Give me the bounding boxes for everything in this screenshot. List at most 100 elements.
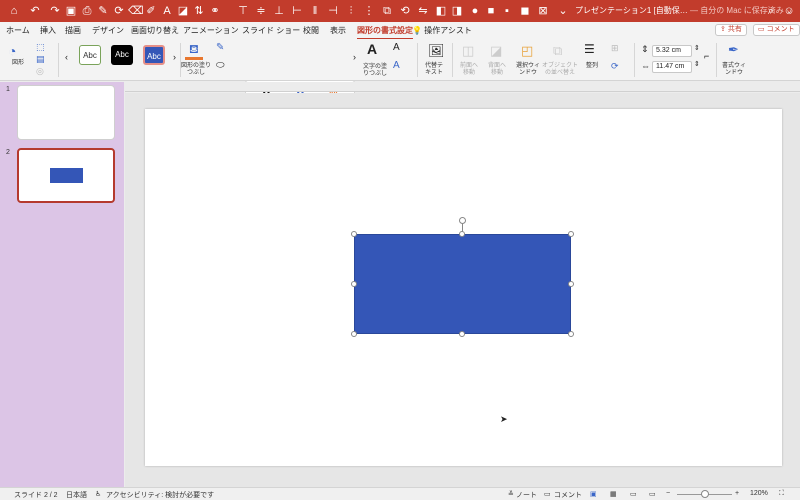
reading-view-icon[interactable]: ▭ <box>630 490 637 498</box>
selection-pane-icon[interactable]: ◰ <box>521 43 533 59</box>
slideshow-view-icon[interactable]: ▭ <box>649 490 656 498</box>
normal-view-icon[interactable]: ▣ <box>590 490 597 498</box>
stop-icon[interactable]: ◼ <box>518 4 532 18</box>
circle-shape-icon[interactable]: ● <box>468 4 482 18</box>
align-middle-icon[interactable]: ≑ <box>254 4 268 18</box>
send-backward-icon[interactable]: ◪ <box>490 43 502 59</box>
tab-home[interactable]: ホーム <box>6 25 30 36</box>
bring-forward-icon[interactable]: ◫ <box>462 43 474 59</box>
text-fill-icon[interactable]: A <box>367 41 377 57</box>
merge-shapes-icon[interactable]: ◎ <box>36 66 44 77</box>
rotate-objects-icon[interactable]: ⟳ <box>611 61 619 72</box>
tab-review[interactable]: 校閲 <box>303 25 319 36</box>
align-icon[interactable]: ☰ <box>584 42 595 56</box>
notes-button[interactable]: ノート <box>516 490 537 500</box>
rounded-square-icon[interactable]: ▪ <box>500 4 514 18</box>
accessibility-status[interactable]: アクセシビリティ: 検討が必要です <box>106 490 214 500</box>
zoom-out-icon[interactable]: − <box>666 490 670 497</box>
shape-style-black[interactable]: Abc <box>111 45 133 65</box>
slide-thumbnail-2[interactable] <box>17 148 115 203</box>
tab-animations[interactable]: アニメーション <box>183 25 239 36</box>
link-icon[interactable]: ⚭ <box>208 4 222 18</box>
alt-text-icon[interactable]: 🖼 <box>428 43 445 59</box>
format-painter-icon[interactable]: ✎ <box>96 4 110 18</box>
text-box-icon[interactable]: ⊠ <box>536 4 550 18</box>
text-effects-icon[interactable]: A <box>393 60 400 71</box>
zoom-in-icon[interactable]: + <box>735 490 739 497</box>
selected-rectangle-shape[interactable] <box>354 234 571 334</box>
resize-handle[interactable] <box>351 231 357 237</box>
search-icon[interactable]: ⌕ <box>764 4 778 18</box>
group-objects-icon[interactable]: ⊞ <box>611 43 619 54</box>
zoom-slider-thumb[interactable] <box>701 490 709 498</box>
flip-icon[interactable]: ⇋ <box>416 4 430 18</box>
tab-view[interactable]: 表示 <box>330 25 346 36</box>
eraser-icon[interactable]: ⌫ <box>128 4 144 18</box>
shape-effects-icon[interactable]: ⬭ <box>216 60 225 71</box>
shapes-icon[interactable]: ◔ <box>8 43 16 59</box>
paint-bucket-icon[interactable]: ⛾ <box>189 42 199 58</box>
resize-handle[interactable] <box>568 281 574 287</box>
highlight-icon[interactable]: ◪ <box>176 4 190 18</box>
width-stepper-icon[interactable]: ⇕ <box>694 60 700 68</box>
tab-insert[interactable]: 挿入 <box>40 25 56 36</box>
text-box-insert-icon[interactable]: ▤ <box>36 54 45 65</box>
undo-icon[interactable]: ↶ <box>28 4 42 18</box>
resize-handle[interactable] <box>459 331 465 337</box>
align-center-icon[interactable]: ‖ <box>308 4 322 18</box>
tab-shape-format[interactable]: 図形の書式設定 <box>357 25 413 40</box>
align-right-icon[interactable]: ⊣ <box>326 4 340 18</box>
edit-shape-icon[interactable]: ⬚ <box>36 42 45 53</box>
text-direction-icon[interactable]: ⇅ <box>192 4 206 18</box>
resize-handle[interactable] <box>351 281 357 287</box>
tab-slideshow[interactable]: スライド ショー <box>242 25 300 36</box>
distribute-h-icon[interactable]: ⫶ <box>344 4 358 18</box>
share-button[interactable]: ⇪ 共有 <box>715 24 747 36</box>
line-color-icon[interactable]: ✎ <box>216 42 224 53</box>
style-scroll-left-icon[interactable]: ‹ <box>65 52 68 62</box>
shape-height-input[interactable]: 5.32 cm <box>652 45 692 57</box>
align-left-icon[interactable]: ⊢ <box>290 4 304 18</box>
lock-aspect-icon[interactable]: ⌐ <box>704 51 709 61</box>
font-color-icon[interactable]: A <box>160 4 174 18</box>
bring-front-icon[interactable]: ◧ <box>434 4 448 18</box>
redo-icon[interactable]: ↷ <box>48 4 62 18</box>
style-scroll-right-icon[interactable]: › <box>173 52 176 62</box>
reorder-objects-icon[interactable]: ⧉ <box>553 43 562 59</box>
align-top-icon[interactable]: ⊤ <box>236 4 250 18</box>
customize-toolbar-icon[interactable]: ⌄ <box>556 4 570 18</box>
shape-width-input[interactable]: 11.47 cm <box>652 61 692 73</box>
distribute-v-icon[interactable]: ⋮ <box>362 4 376 18</box>
text-outline-icon[interactable]: A <box>393 42 400 53</box>
format-pane-icon[interactable]: ✒ <box>728 42 739 58</box>
comment-button[interactable]: ▭ コメント <box>753 24 800 36</box>
tab-transitions[interactable]: 画面切り替え <box>131 25 179 36</box>
language-indicator[interactable]: 日本語 <box>66 490 87 500</box>
group-icon[interactable]: ⧉ <box>380 4 394 18</box>
tab-tell-me[interactable]: 💡 操作アシスト <box>412 25 472 36</box>
resize-handle[interactable] <box>568 331 574 337</box>
square-shape-icon[interactable]: ■ <box>484 4 498 18</box>
rotation-handle-icon[interactable] <box>459 217 466 224</box>
account-icon[interactable]: ☺ <box>782 4 796 18</box>
tab-draw[interactable]: 描画 <box>65 25 81 36</box>
height-stepper-icon[interactable]: ⇕ <box>694 44 700 52</box>
send-back-icon[interactable]: ◨ <box>450 4 464 18</box>
current-slide[interactable]: ➤ <box>145 109 782 466</box>
wordart-scroll-icon[interactable]: › <box>353 52 356 62</box>
home-icon[interactable]: ⌂ <box>7 4 21 18</box>
comments-button[interactable]: コメント <box>554 490 582 500</box>
shape-style-outline[interactable]: Abc <box>79 45 101 65</box>
print-icon[interactable]: ⎙ <box>80 4 94 18</box>
sync-icon[interactable]: ⟳ <box>112 4 126 18</box>
align-bottom-icon[interactable]: ⊥ <box>272 4 286 18</box>
resize-handle[interactable] <box>351 331 357 337</box>
resize-handle[interactable] <box>568 231 574 237</box>
zoom-level[interactable]: 120% <box>750 490 768 497</box>
slide-sorter-icon[interactable]: ▦ <box>610 490 617 498</box>
fit-to-window-icon[interactable]: ⛶ <box>779 490 784 498</box>
slide-thumbnail-1[interactable] <box>17 85 115 140</box>
rotate-icon[interactable]: ⟲ <box>398 4 412 18</box>
pen-icon[interactable]: ✐ <box>144 4 158 18</box>
shape-style-blue[interactable]: Abc <box>143 45 165 65</box>
